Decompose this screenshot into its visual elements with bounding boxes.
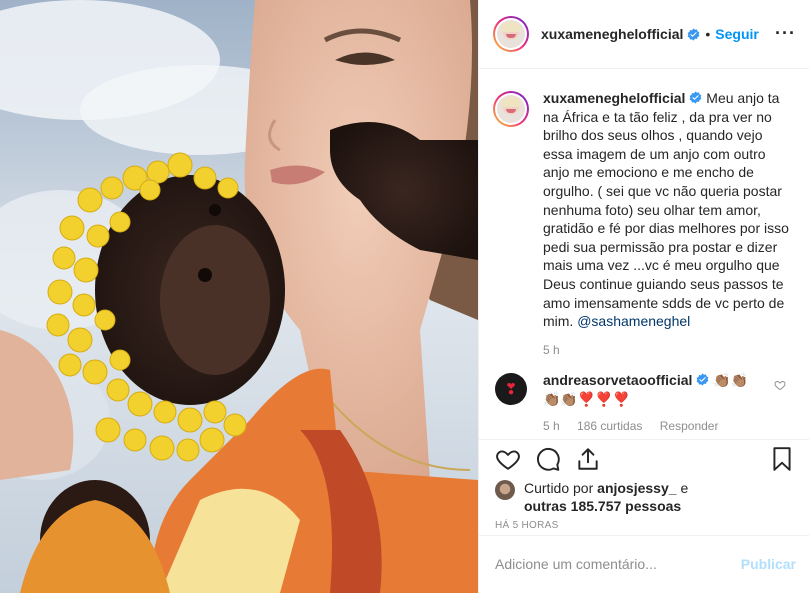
post-photo-illustration (0, 0, 478, 593)
comment-meta: 5 h 186 curtidas Responder (543, 417, 763, 436)
caption-author-avatar[interactable] (493, 91, 529, 127)
likes-others-link[interactable]: outras 185.757 pessoas (524, 498, 681, 514)
comment-input[interactable] (495, 555, 741, 572)
comment-text-line2: 👏🏽👏🏽❣️❣️❣️ (543, 390, 631, 407)
publish-button[interactable]: Publicar (741, 556, 796, 572)
commenter-avatar[interactable]: ❣ (495, 373, 527, 406)
post-header: xuxameneghelofficial • Seguir ··· (479, 0, 809, 69)
post-photo[interactable] (0, 0, 478, 593)
verified-badge-icon (697, 373, 709, 386)
author-username[interactable]: xuxameneghelofficial (541, 26, 683, 42)
likes-conj: e (680, 480, 689, 496)
commenter-username[interactable]: andreasorvetaoofficial (543, 372, 692, 388)
comments-list[interactable]: xuxameneghelofficial Meu anjo ta na Áfri… (479, 69, 809, 439)
caption-text: Meu anjo ta na África e ta tão feliz , d… (543, 90, 789, 330)
reply-button[interactable]: Responder (660, 419, 719, 433)
caption-mention-link[interactable]: @sashameneghel (577, 313, 690, 329)
bookmark-icon[interactable] (769, 446, 795, 472)
follow-button[interactable]: Seguir (715, 26, 759, 42)
liker-username[interactable]: anjosjessy_ (597, 480, 676, 496)
comment-icon[interactable] (535, 446, 561, 472)
share-icon[interactable] (575, 446, 601, 472)
comment-like-heart-icon[interactable] (774, 379, 786, 391)
add-comment-bar: Publicar (479, 535, 809, 591)
heart-exclamation-icon: ❣ (504, 381, 518, 399)
liker-avatar[interactable] (495, 480, 515, 500)
header-separator: • (705, 26, 711, 42)
caption: xuxameneghelofficial Meu anjo ta na Áfri… (493, 89, 794, 359)
post-side-panel: xuxameneghelofficial • Seguir ··· xuxame… (478, 0, 809, 593)
comment-item: ❣ andreasorvetaoofficial 👏🏽👏🏽 👏🏽👏🏽❣️❣️❣️… (493, 371, 794, 435)
more-options-icon[interactable]: ··· (775, 24, 796, 42)
verified-badge-icon (688, 27, 700, 41)
caption-username[interactable]: xuxameneghelofficial (543, 90, 685, 106)
post-time-ago[interactable]: HÁ 5 HORAS (495, 520, 559, 531)
post-actions: Curtido por anjosjessy_ e outras 185.757… (479, 439, 809, 591)
likes-summary: Curtido por anjosjessy_ e outras 185.757… (495, 480, 688, 515)
caption-timestamp[interactable]: 5 h (543, 341, 794, 360)
verified-badge-icon (690, 91, 702, 104)
likes-prefix: Curtido por (524, 480, 594, 496)
comment-text-line1: 👏🏽👏🏽 (713, 372, 749, 389)
comment-timestamp[interactable]: 5 h (543, 419, 560, 433)
heart-icon[interactable] (495, 446, 521, 472)
author-avatar[interactable] (493, 16, 529, 52)
comment-likes-count[interactable]: 186 curtidas (577, 419, 642, 433)
instagram-post: xuxameneghelofficial • Seguir ··· xuxame… (0, 0, 809, 593)
